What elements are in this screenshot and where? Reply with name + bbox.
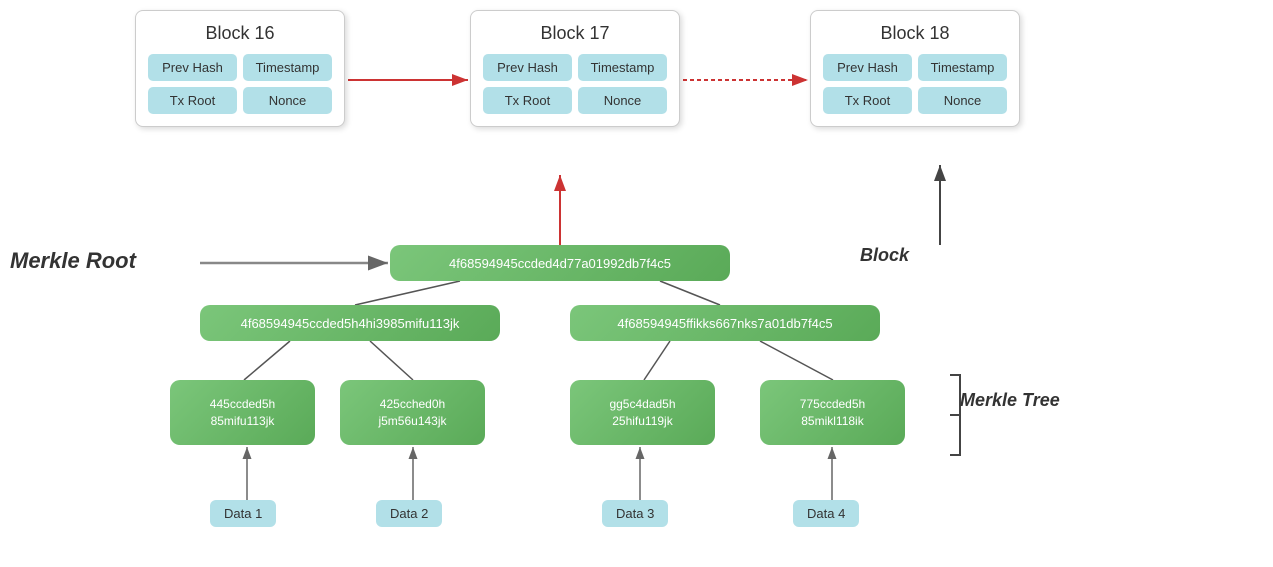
block-18-nonce: Nonce [918, 87, 1007, 114]
leaf-hash-1: 445ccded5h85mifu113jk [170, 380, 315, 445]
block-16-tx-root: Tx Root [148, 87, 237, 114]
block-18-timestamp: Timestamp [918, 54, 1007, 81]
block-16-prev-hash: Prev Hash [148, 54, 237, 81]
block-16-title: Block 16 [148, 23, 332, 44]
block-16-fields: Prev Hash Timestamp Tx Root Nonce [148, 54, 332, 114]
block-18-prev-hash: Prev Hash [823, 54, 912, 81]
block-17-timestamp: Timestamp [578, 54, 667, 81]
leaf1-text: 445ccded5h85mifu113jk [210, 396, 275, 430]
block-label: Block [860, 245, 909, 266]
block-17-card: Block 17 Prev Hash Timestamp Tx Root Non… [470, 10, 680, 127]
leaf2-text: 425cched0hj5m56u143jk [378, 396, 446, 430]
left-mid-hash: 4f68594945ccded5h4hi3985mifu113jk [200, 305, 500, 341]
leaf-hash-2: 425cched0hj5m56u143jk [340, 380, 485, 445]
blockchain-diagram: Block 16 Prev Hash Timestamp Tx Root Non… [0, 0, 1273, 567]
block-17-fields: Prev Hash Timestamp Tx Root Nonce [483, 54, 667, 114]
right-mid-hash: 4f68594945ffikks667nks7a01db7f4c5 [570, 305, 880, 341]
block-16-timestamp: Timestamp [243, 54, 332, 81]
data-box-2: Data 2 [376, 500, 442, 527]
block-17-nonce: Nonce [578, 87, 667, 114]
leaf-hash-4: 775ccded5h85mikl118ik [760, 380, 905, 445]
merkle-root-label: Merkle Root [10, 248, 136, 274]
data-box-4: Data 4 [793, 500, 859, 527]
leaf3-text: gg5c4dad5h25hifu119jk [609, 396, 675, 430]
block-18-card: Block 18 Prev Hash Timestamp Tx Root Non… [810, 10, 1020, 127]
data-box-1: Data 1 [210, 500, 276, 527]
block-17-tx-root: Tx Root [483, 87, 572, 114]
block-18-title: Block 18 [823, 23, 1007, 44]
block-18-tx-root: Tx Root [823, 87, 912, 114]
merkle-tree-label: Merkle Tree [960, 390, 1060, 411]
block-17-title: Block 17 [483, 23, 667, 44]
block-16-card: Block 16 Prev Hash Timestamp Tx Root Non… [135, 10, 345, 127]
block-17-prev-hash: Prev Hash [483, 54, 572, 81]
block-16-nonce: Nonce [243, 87, 332, 114]
leaf-hash-3: gg5c4dad5h25hifu119jk [570, 380, 715, 445]
merkle-root-hash: 4f68594945ccded4d77a01992db7f4c5 [390, 245, 730, 281]
block-18-fields: Prev Hash Timestamp Tx Root Nonce [823, 54, 1007, 114]
leaf4-text: 775ccded5h85mikl118ik [800, 396, 865, 430]
data-box-3: Data 3 [602, 500, 668, 527]
